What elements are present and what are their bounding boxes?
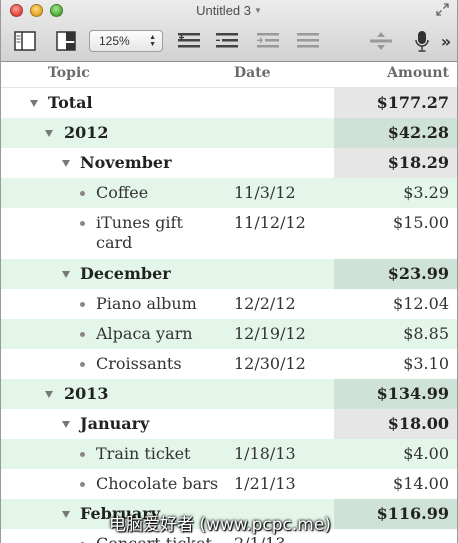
row-amount[interactable]: $23.99 [388, 264, 449, 284]
microphone-icon [415, 31, 429, 52]
disclosure-triangle-icon[interactable] [45, 130, 53, 137]
indent-button[interactable] [255, 30, 281, 52]
table-row[interactable]: Alpaca yarn 12/19/12 $8.85 [1, 319, 457, 349]
table-row[interactable]: Total $177.27 [1, 88, 457, 118]
row-amount[interactable]: $116.99 [377, 504, 449, 524]
row-topic[interactable]: December [80, 264, 171, 284]
table-row[interactable]: Coffee 11/3/12 $3.29 [1, 178, 457, 208]
table-row[interactable]: January $18.00 [1, 409, 457, 439]
add-child-icon [216, 33, 238, 48]
row-topic[interactable]: Chocolate bars [96, 474, 218, 494]
add-row-icon [178, 33, 200, 48]
table-row[interactable]: Train ticket 1/18/13 $4.00 [1, 439, 457, 469]
zoom-stepper[interactable]: 125% ▲ ▼ [89, 30, 163, 52]
row-date[interactable]: 2/1/13 [234, 534, 286, 543]
row-amount[interactable]: $4.00 [403, 444, 449, 464]
outliner-window: Untitled 3 ▼ 125% ▲ ▼ » Topic Date Amoun… [0, 0, 458, 543]
row-topic[interactable]: November [80, 153, 172, 173]
outdent-button[interactable] [295, 30, 321, 52]
record-audio-button[interactable] [412, 30, 432, 52]
outdent-icon [297, 33, 319, 48]
row-amount[interactable]: $15.00 [393, 213, 449, 233]
row-topic[interactable]: Piano album [96, 294, 197, 314]
outline-rows: Total $177.27 2012 $42.28 November $18.2… [1, 88, 457, 543]
inspector-toggle-button[interactable] [55, 30, 77, 52]
row-amount[interactable]: $18.29 [388, 153, 449, 173]
row-topic[interactable]: Croissants [96, 354, 182, 374]
disclosure-triangle-icon[interactable] [62, 271, 70, 278]
row-topic[interactable]: Train ticket [96, 444, 190, 464]
column-amount[interactable]: Amount [387, 65, 449, 81]
window-title-area[interactable]: Untitled 3 ▼ [1, 3, 457, 18]
move-row-button[interactable] [368, 30, 394, 52]
row-date[interactable]: 1/21/13 [234, 474, 296, 494]
disclosure-triangle-icon[interactable] [62, 160, 70, 167]
row-date[interactable]: 12/2/12 [234, 294, 296, 314]
inspector-icon [56, 31, 76, 51]
row-date[interactable]: 12/19/12 [234, 324, 306, 344]
disclosure-triangle-icon[interactable] [62, 511, 70, 518]
row-topic-line: iTunes gift [96, 213, 183, 232]
row-amount[interactable]: $3.29 [403, 183, 449, 203]
row-amount[interactable]: $14.00 [393, 474, 449, 494]
sidebar-icon [14, 31, 36, 51]
table-row[interactable]: 2013 $134.99 [1, 379, 457, 409]
add-row-button[interactable] [176, 30, 202, 52]
row-amount[interactable]: $134.99 [377, 384, 449, 404]
table-row[interactable]: iTunes gift card 11/12/12 $15.00 [1, 208, 457, 259]
row-amount[interactable]: $177.27 [377, 93, 449, 113]
row-bullet-icon [80, 191, 85, 196]
row-date[interactable]: 12/30/12 [234, 354, 306, 374]
disclosure-triangle-icon[interactable] [62, 421, 70, 428]
column-header: Topic Date Amount [1, 62, 457, 88]
fullscreen-icon[interactable] [436, 3, 449, 16]
add-child-button[interactable] [214, 30, 240, 52]
table-row[interactable]: November $18.29 [1, 148, 457, 178]
table-row[interactable]: Croissants 12/30/12 $3.10 [1, 349, 457, 379]
sidebar-toggle-button[interactable] [13, 30, 37, 52]
disclosure-triangle-icon[interactable] [30, 100, 38, 107]
row-bullet-icon [80, 221, 85, 226]
row-bullet-icon [80, 332, 85, 337]
row-topic[interactable]: Total [48, 93, 93, 113]
row-bullet-icon [80, 482, 85, 487]
row-bullet-icon [80, 452, 85, 457]
row-topic[interactable]: Alpaca yarn [96, 324, 193, 344]
column-date[interactable]: Date [234, 65, 271, 81]
row-bullet-icon [80, 362, 85, 367]
disclosure-triangle-icon[interactable] [45, 391, 53, 398]
stepper-arrows-icon[interactable]: ▲ ▼ [149, 34, 156, 48]
row-date[interactable]: 11/12/12 [234, 213, 306, 233]
zoom-value: 125% [99, 34, 130, 48]
toolbar: Untitled 3 ▼ 125% ▲ ▼ » [1, 0, 457, 62]
row-date[interactable]: 1/18/13 [234, 444, 296, 464]
row-topic[interactable]: Coffee [96, 183, 148, 203]
row-date[interactable]: 11/3/12 [234, 183, 296, 203]
row-amount[interactable]: $18.00 [388, 414, 449, 434]
table-row[interactable]: Piano album 12/2/12 $12.04 [1, 289, 457, 319]
toolbar-overflow-chevron-icon[interactable]: » [439, 30, 453, 52]
row-topic[interactable]: 2012 [64, 123, 109, 143]
row-topic[interactable]: iTunes gift card [96, 213, 183, 253]
row-topic[interactable]: January [80, 414, 149, 434]
window-title: Untitled 3 [196, 3, 251, 18]
row-amount[interactable]: $42.28 [388, 123, 449, 143]
table-row[interactable]: 2012 $42.28 [1, 118, 457, 148]
watermark-text: 电脑爱好者 (www.pcpc.me) [109, 515, 331, 535]
title-menu-chevron-icon: ▼ [254, 6, 262, 15]
row-amount[interactable]: $3.10 [403, 354, 449, 374]
row-topic[interactable]: Concert ticket [96, 534, 212, 543]
row-topic-line: card [96, 233, 133, 252]
indent-icon [257, 33, 279, 48]
row-topic[interactable]: 2013 [64, 384, 109, 404]
move-updown-icon [370, 32, 392, 50]
column-topic[interactable]: Topic [48, 65, 90, 81]
row-bullet-icon [80, 302, 85, 307]
table-row[interactable]: Chocolate bars 1/21/13 $14.00 [1, 469, 457, 499]
row-amount[interactable]: $8.85 [403, 324, 449, 344]
row-amount[interactable]: $12.04 [393, 294, 449, 314]
table-row[interactable]: December $23.99 [1, 259, 457, 289]
